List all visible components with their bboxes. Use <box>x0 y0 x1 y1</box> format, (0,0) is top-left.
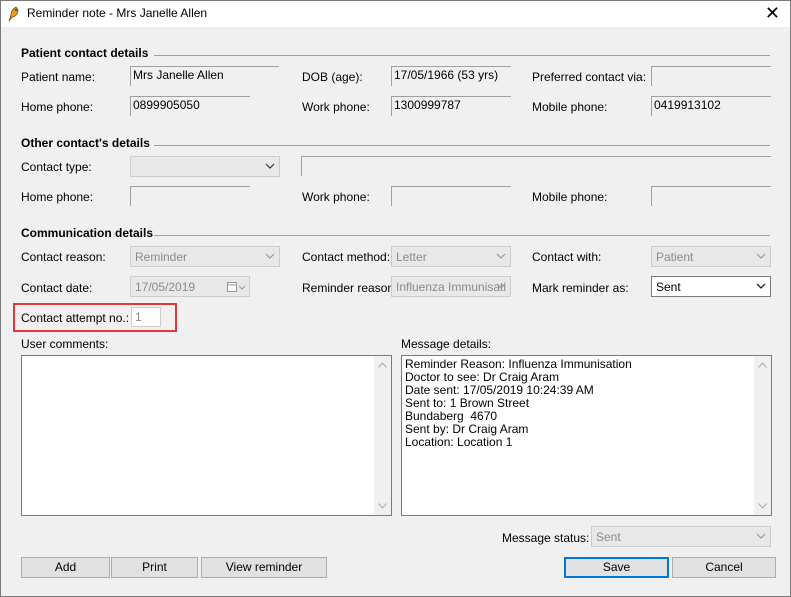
other-mobile-phone-field[interactable] <box>651 186 771 206</box>
work-phone-label: Work phone: <box>302 100 370 114</box>
scroll-up-icon[interactable] <box>758 362 767 368</box>
other-home-phone-label: Home phone: <box>21 190 94 204</box>
scroll-down-icon[interactable] <box>758 503 767 509</box>
patient-name-label: Patient name: <box>21 70 96 84</box>
reminder-reason-dropdown[interactable]: Influenza Immunisati <box>391 276 511 297</box>
patient-section-title: Patient contact details <box>21 46 149 60</box>
mobile-phone-value: 0419913102 <box>651 96 771 116</box>
add-button[interactable]: Add <box>21 557 110 578</box>
window-title: Reminder note - Mrs Janelle Allen <box>27 6 208 20</box>
work-phone-value: 1300999787 <box>391 96 511 116</box>
reminder-reason-label: Reminder reason: <box>302 281 398 295</box>
dob-value: 17/05/1966 (53 yrs) <box>391 66 511 86</box>
other-work-phone-field[interactable] <box>391 186 511 206</box>
app-bird-icon <box>8 6 19 22</box>
patient-name-value: Mrs Janelle Allen <box>130 66 279 86</box>
view-reminder-button[interactable]: View reminder <box>201 557 327 578</box>
comments-scrollbar[interactable] <box>374 356 391 515</box>
message-status-label: Message status: <box>502 531 590 545</box>
other-contact-section-title: Other contact's details <box>21 136 150 150</box>
other-work-phone-label: Work phone: <box>302 190 370 204</box>
dob-label: DOB (age): <box>302 70 363 84</box>
scroll-down-icon[interactable] <box>378 503 387 509</box>
chevron-down-icon <box>496 283 506 289</box>
chevron-down-icon <box>756 283 766 289</box>
contact-method-label: Contact method: <box>302 250 391 264</box>
mobile-phone-label: Mobile phone: <box>532 100 608 114</box>
home-phone-value: 0899905050 <box>130 96 250 116</box>
close-button[interactable]: ✕ <box>765 3 780 23</box>
preferred-contact-label: Preferred contact via: <box>532 70 647 84</box>
communication-section-title: Communication details <box>21 226 154 240</box>
reminder-note-window: Reminder note - Mrs Janelle Allen ✕ Pati… <box>0 0 791 597</box>
contact-attempt-field[interactable]: 1 <box>131 307 161 327</box>
other-home-phone-field[interactable] <box>130 186 250 206</box>
contact-with-dropdown[interactable]: Patient <box>651 246 771 267</box>
other-mobile-phone-label: Mobile phone: <box>532 190 608 204</box>
message-line: Location: Location 1 <box>405 435 513 449</box>
contact-type-label: Contact type: <box>21 160 92 174</box>
reminder-reason-value: Influenza Immunisati <box>396 280 507 294</box>
message-details-label: Message details: <box>401 337 492 351</box>
chevron-down-icon <box>265 253 275 259</box>
preferred-contact-value <box>651 66 771 86</box>
contact-reason-label: Contact reason: <box>21 250 106 264</box>
other-contact-name-field[interactable] <box>301 156 771 176</box>
user-comments-textarea[interactable] <box>21 355 392 516</box>
title-bar: Reminder note - Mrs Janelle Allen ✕ <box>1 1 790 27</box>
contact-date-label: Contact date: <box>21 281 93 295</box>
contact-method-dropdown[interactable]: Letter <box>391 246 511 267</box>
contact-date-value: 17/05/2019 <box>135 280 196 294</box>
message-status-dropdown[interactable]: Sent <box>591 526 771 547</box>
section-divider <box>154 235 770 236</box>
contact-attempt-label: Contact attempt no.: <box>21 311 130 325</box>
user-comments-label: User comments: <box>21 337 109 351</box>
cancel-button[interactable]: Cancel <box>672 557 776 578</box>
save-button[interactable]: Save <box>564 557 669 578</box>
contact-reason-dropdown[interactable]: Reminder <box>130 246 280 267</box>
chevron-down-icon <box>496 253 506 259</box>
chevron-down-icon <box>756 533 766 539</box>
section-divider <box>154 145 770 146</box>
home-phone-label: Home phone: <box>21 100 94 114</box>
calendar-dropdown-icon <box>227 282 245 292</box>
contact-method-value: Letter <box>396 250 427 264</box>
contact-reason-value: Reminder <box>135 250 188 264</box>
chevron-down-icon <box>265 163 275 169</box>
scroll-up-icon[interactable] <box>378 362 387 368</box>
mark-reminder-value: Sent <box>656 280 681 294</box>
section-divider <box>154 55 770 56</box>
print-button[interactable]: Print <box>111 557 198 578</box>
mark-reminder-dropdown[interactable]: Sent <box>651 276 771 297</box>
message-details-textarea[interactable]: Reminder Reason: Influenza Immunisation … <box>401 355 772 516</box>
mark-reminder-label: Mark reminder as: <box>532 281 629 295</box>
message-status-value: Sent <box>596 530 621 544</box>
contact-date-picker[interactable]: 17/05/2019 <box>130 276 250 297</box>
contact-with-value: Patient <box>656 250 694 264</box>
contact-type-dropdown[interactable] <box>130 156 280 177</box>
chevron-down-icon <box>756 253 766 259</box>
contact-with-label: Contact with: <box>532 250 602 264</box>
message-scrollbar[interactable] <box>754 356 771 515</box>
